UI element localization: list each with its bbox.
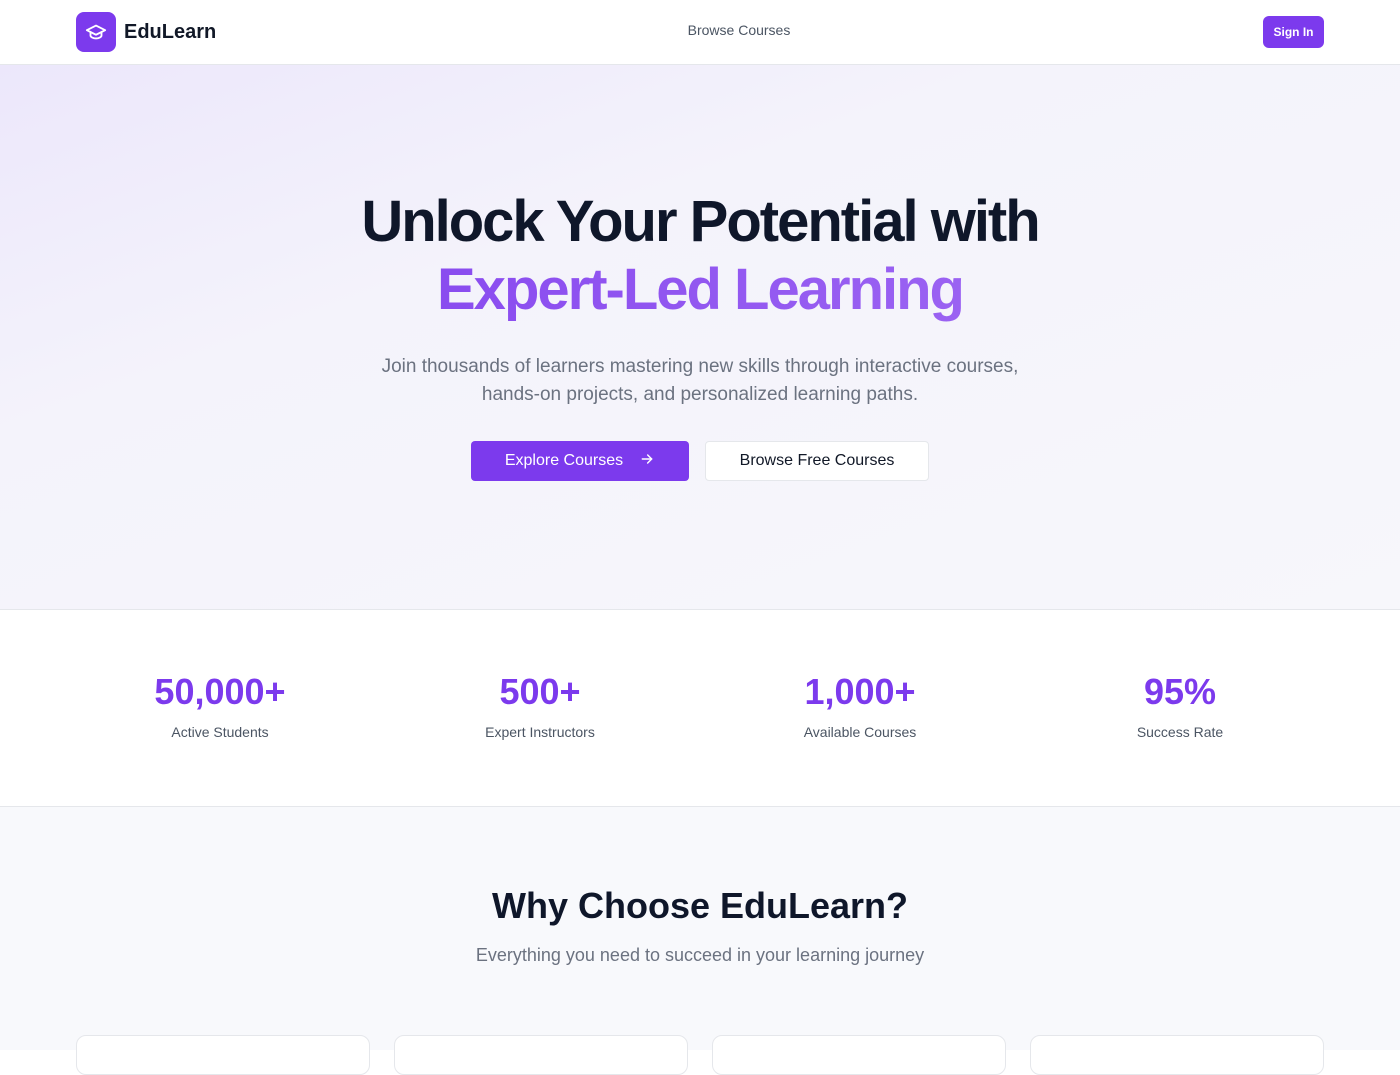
features-title: Why Choose EduLearn? — [491, 885, 909, 926]
nav-link-browse-courses[interactable]: Browse Courses — [600, 22, 878, 38]
hero-subtitle-line2: hands-on projects, and personalized lear… — [481, 384, 919, 405]
feature-card — [712, 1035, 1006, 1075]
feature-card — [394, 1035, 688, 1075]
stat-active-students: 50,000+ Active Students — [60, 670, 380, 740]
browse-free-courses-button[interactable]: Browse Free Courses — [705, 441, 929, 481]
stat-label: Success Rate — [1136, 724, 1224, 740]
hero-title-accent: Expert-Led Learning — [0, 256, 1400, 324]
explore-courses-label: Explore Courses — [504, 452, 624, 469]
stat-label: Expert Instructors — [485, 724, 595, 740]
hero-subtitle: Join thousands of learners mastering new… — [330, 353, 1070, 409]
explore-courses-button[interactable]: Explore Courses — [471, 441, 689, 481]
brand-logo-link[interactable]: EduLearn — [76, 12, 216, 52]
stat-value: 95% — [1143, 671, 1217, 712]
sign-in-button[interactable]: Sign In — [1263, 16, 1324, 48]
stat-value: 1,000+ — [804, 671, 916, 712]
brand-name: EduLearn — [124, 20, 217, 43]
top-navbar: EduLearn Browse Courses Sign In — [0, 0, 1400, 65]
stat-success-rate: 95% Success Rate — [1020, 670, 1340, 740]
arrow-right-icon — [639, 451, 655, 472]
stat-available-courses: 1,000+ Available Courses — [700, 670, 1020, 740]
stat-value: 50,000+ — [154, 671, 286, 712]
features-subtitle: Everything you need to succeed in your l… — [475, 945, 925, 965]
hero-subtitle-line1: Join thousands of learners mastering new… — [381, 356, 1019, 377]
stats-section: 50,000+ Active Students 500+ Expert Inst… — [0, 610, 1400, 807]
stat-label: Active Students — [171, 724, 269, 740]
stat-value: 500+ — [499, 671, 581, 712]
feature-card — [1030, 1035, 1324, 1075]
hero-section: Unlock Your Potential with Expert-Led Le… — [0, 65, 1400, 610]
graduation-cap-icon — [76, 12, 116, 52]
features-section: Why Choose EduLearn? Everything you need… — [0, 807, 1400, 1075]
stat-label: Available Courses — [803, 724, 917, 740]
feature-card — [76, 1035, 370, 1075]
stat-expert-instructors: 500+ Expert Instructors — [380, 670, 700, 740]
hero-title: Unlock Your Potential with Expert-Led Le… — [0, 188, 1400, 324]
hero-title-line1: Unlock Your Potential with — [361, 189, 1040, 254]
